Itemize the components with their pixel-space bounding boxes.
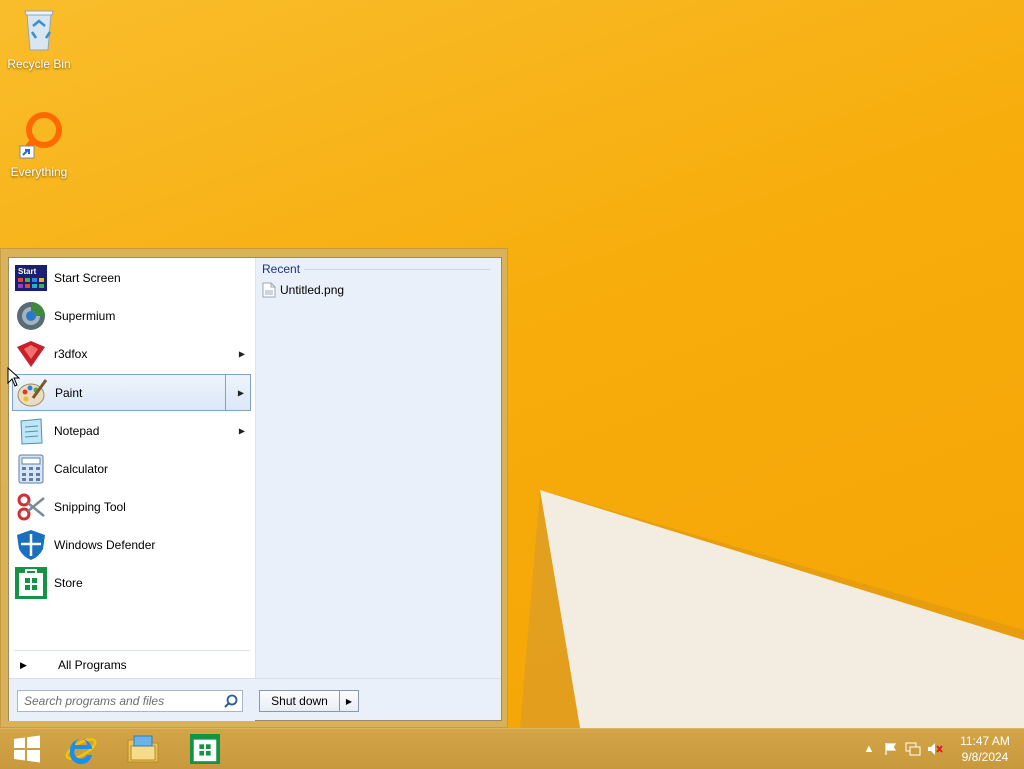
shutdown-options-arrow-icon[interactable]: ▶: [339, 691, 358, 711]
image-file-icon: [262, 282, 276, 298]
snipping-tool-icon: [14, 492, 48, 522]
menu-item-r3dfox[interactable]: r3dfox ▶: [12, 336, 251, 372]
all-programs-label: All Programs: [58, 658, 127, 672]
menu-item-snipping-tool[interactable]: Snipping Tool: [12, 489, 251, 525]
menu-item-label: Supermium: [54, 309, 116, 323]
taskbar: ▲ 11:47 AM 9/8/2024: [0, 728, 1024, 769]
menu-item-windows-defender[interactable]: Windows Defender: [12, 527, 251, 563]
store-icon: [190, 734, 220, 764]
search-area: [9, 679, 255, 721]
recent-item[interactable]: Untitled.png: [262, 282, 344, 298]
all-programs-button[interactable]: ▶ All Programs: [12, 655, 251, 675]
split-divider: [225, 375, 226, 410]
menu-item-label: Windows Defender: [54, 538, 156, 552]
windows-defender-icon: [14, 530, 48, 560]
volume-muted-icon[interactable]: [924, 739, 946, 759]
store-icon: [14, 567, 48, 599]
submenu-arrow-icon[interactable]: ▶: [239, 350, 245, 359]
menu-item-paint[interactable]: Paint ▶: [12, 374, 251, 411]
supermium-browser-icon: [14, 301, 48, 331]
menu-item-store[interactable]: Store: [12, 565, 251, 601]
recent-item-label: Untitled.png: [280, 283, 345, 297]
shutdown-button[interactable]: Shut down: [260, 694, 339, 708]
r3dfox-browser-icon: [14, 339, 48, 369]
taskbar-internet-explorer[interactable]: [54, 731, 108, 767]
start-button[interactable]: [0, 731, 54, 767]
desktop-icon-label: Recycle Bin: [7, 57, 71, 71]
desktop-icon-everything[interactable]: Everything: [1, 110, 77, 179]
menu-item-notepad[interactable]: Notepad ▶: [12, 413, 251, 449]
search-icon[interactable]: [224, 694, 238, 708]
menu-item-label: Notepad: [54, 424, 100, 438]
start-menu-bottom-bar: Shut down ▶: [9, 678, 501, 721]
menu-item-label: Store: [54, 576, 83, 590]
clock-date: 9/8/2024: [961, 750, 1009, 764]
start-menu: Start Start Screen Supermium r3dfox ▶ Pa…: [0, 248, 508, 728]
search-box[interactable]: [17, 690, 243, 712]
start-tile-text: Start: [18, 267, 37, 276]
menu-item-label: Snipping Tool: [54, 500, 126, 514]
separator: [14, 650, 250, 651]
action-center-flag-icon[interactable]: [880, 739, 902, 759]
desktop-icon-recycle-bin[interactable]: Recycle Bin: [1, 6, 77, 71]
show-hidden-icons-chevron-icon[interactable]: ▲: [858, 739, 880, 759]
desktop-icon-label: Everything: [10, 165, 68, 179]
submenu-arrow-icon[interactable]: ▶: [239, 427, 245, 436]
menu-item-supermium[interactable]: Supermium: [12, 298, 251, 334]
start-screen-icon: Start: [14, 263, 48, 293]
everything-search-icon: [19, 112, 62, 159]
windows-logo-icon: [14, 735, 40, 763]
recycle-bin-icon: [24, 10, 54, 51]
menu-item-label: r3dfox: [54, 347, 88, 361]
search-input[interactable]: [18, 693, 224, 709]
menu-item-label: Paint: [55, 385, 83, 400]
menu-item-label: Calculator: [54, 462, 109, 476]
network-icon[interactable]: [902, 739, 924, 759]
clock-time: 11:47 AM: [960, 734, 1010, 748]
mouse-cursor-icon: [7, 367, 21, 387]
recent-header: Recent: [262, 262, 301, 276]
file-explorer-icon: [127, 735, 159, 763]
menu-item-calculator[interactable]: Calculator: [12, 451, 251, 487]
internet-explorer-icon: [65, 738, 97, 765]
clock[interactable]: 11:47 AM 9/8/2024: [946, 733, 1024, 765]
submenu-arrow-icon[interactable]: ▶: [238, 388, 244, 397]
triangle-right-icon: ▶: [20, 659, 27, 670]
system-tray: ▲ 11:47 AM 9/8/2024: [858, 729, 1024, 769]
menu-item-label: Start Screen: [54, 271, 121, 285]
taskbar-store[interactable]: [178, 731, 232, 767]
menu-item-start-screen[interactable]: Start Start Screen: [12, 260, 251, 296]
shutdown-button-group: Shut down ▶: [259, 690, 359, 712]
recent-pane: Recent Untitled.png: [255, 258, 501, 678]
notepad-icon: [14, 416, 48, 446]
recent-header-line: [304, 269, 490, 270]
taskbar-file-explorer[interactable]: [116, 731, 170, 767]
pinned-programs-pane: Start Start Screen Supermium r3dfox ▶ Pa…: [9, 258, 255, 678]
start-menu-body: Start Start Screen Supermium r3dfox ▶ Pa…: [8, 257, 502, 721]
calculator-icon: [14, 454, 48, 484]
